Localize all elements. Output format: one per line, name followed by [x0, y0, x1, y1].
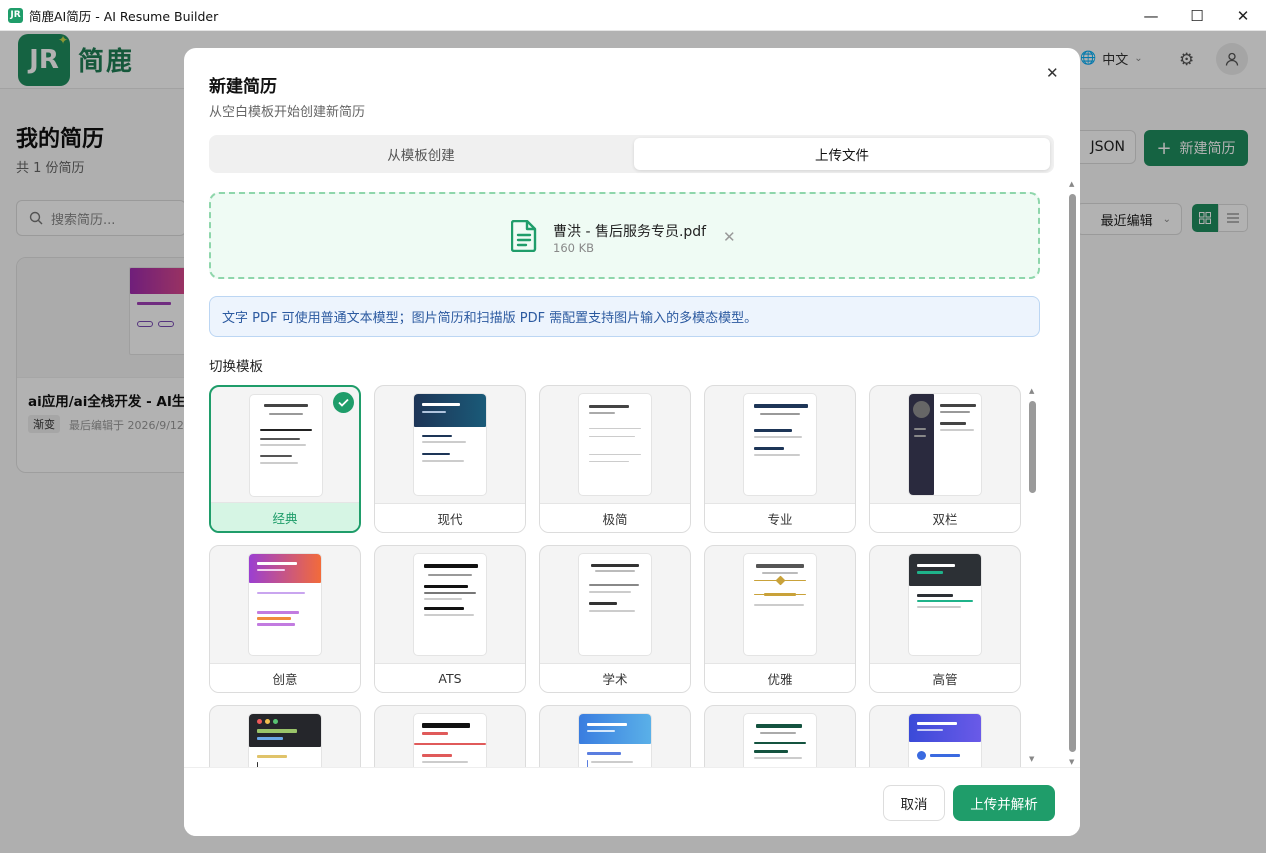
template-card[interactable]	[374, 705, 526, 767]
template-label: 双栏	[870, 503, 1020, 532]
check-icon	[333, 392, 354, 413]
tab-from-template[interactable]: 从模板创建	[213, 138, 629, 170]
file-name: 曹洪 - 售后服务专员.pdf	[553, 224, 707, 240]
info-banner: 文字 PDF 可使用普通文本模型；图片简历和扫描版 PDF 需配置支持图片输入的…	[209, 296, 1040, 337]
template-label: 经典	[211, 502, 359, 531]
file-text-icon	[511, 220, 537, 252]
window-titlebar: JR 简鹿AI简历 - AI Resume Builder — ☐ ✕	[0, 0, 1266, 31]
template-card-classic[interactable]: 经典	[209, 385, 361, 533]
template-thumbnail	[579, 394, 651, 495]
template-label: 高管	[870, 663, 1020, 692]
switch-template-label: 切换模板	[209, 359, 263, 375]
template-label: 优雅	[705, 663, 855, 692]
template-card-executive[interactable]: 高管	[869, 545, 1021, 693]
scroll-up-icon[interactable]: ▲	[1029, 387, 1034, 395]
template-card-minimal[interactable]: 极简	[539, 385, 691, 533]
template-label: 极简	[540, 503, 690, 532]
template-thumbnail	[909, 714, 981, 767]
scroll-down-icon[interactable]: ▼	[1069, 758, 1074, 766]
new-resume-dialog: 新建简历 从空白模板开始创建新简历 ✕ 从模板创建 上传文件 曹洪 - 售后服务…	[184, 48, 1080, 836]
template-thumbnail	[414, 394, 486, 495]
template-label: 专业	[705, 503, 855, 532]
dialog-subtitle: 从空白模板开始创建新简历	[209, 105, 366, 120]
template-card[interactable]	[539, 705, 691, 767]
template-label: ATS	[375, 663, 525, 692]
template-card[interactable]	[869, 705, 1021, 767]
template-card[interactable]	[209, 705, 361, 767]
template-card[interactable]	[704, 705, 856, 767]
app-icon: JR	[8, 7, 23, 23]
template-grid: 经典 现代 极简 专业 双栏 创意 ATS 学术 优雅 高管	[209, 385, 1024, 767]
template-thumbnail	[249, 714, 321, 767]
template-thumbnail	[414, 554, 486, 655]
file-dropzone[interactable]: 曹洪 - 售后服务专员.pdf 160 KB ✕	[209, 192, 1040, 279]
scroll-up-icon[interactable]: ▲	[1069, 180, 1074, 188]
template-card-creative[interactable]: 创意	[209, 545, 361, 693]
template-card-professional[interactable]: 专业	[704, 385, 856, 533]
template-card-two-column[interactable]: 双栏	[869, 385, 1021, 533]
app-background: JR ✦ 简鹿 🌐 中文 ⌄ ⚙ 我的简历 共 1 份简历 JSON + 新建简…	[0, 31, 1266, 853]
template-thumbnail	[414, 714, 486, 767]
template-thumbnail	[579, 714, 651, 767]
template-grid-scrollbar[interactable]: ▲ ▼	[1027, 385, 1037, 767]
file-size: 160 KB	[553, 241, 595, 255]
dialog-scrollbar[interactable]: ▲ ▼	[1068, 180, 1078, 770]
dialog-scroll-thumb[interactable]	[1069, 194, 1076, 752]
template-card-academic[interactable]: 学术	[539, 545, 691, 693]
template-label: 现代	[375, 503, 525, 532]
template-thumbnail	[744, 554, 816, 655]
template-grid-scroll-thumb[interactable]	[1029, 401, 1036, 493]
source-tabs: 从模板创建 上传文件	[209, 135, 1054, 173]
template-thumbnail	[249, 554, 321, 655]
maximize-button[interactable]: ☐	[1174, 0, 1220, 31]
template-thumbnail	[250, 395, 322, 496]
template-thumbnail	[909, 554, 981, 655]
template-card-elegant[interactable]: 优雅	[704, 545, 856, 693]
template-label: 学术	[540, 663, 690, 692]
window-title: 简鹿AI简历 - AI Resume Builder	[29, 8, 219, 24]
template-thumbnail	[744, 394, 816, 495]
upload-parse-button[interactable]: 上传并解析	[953, 785, 1055, 821]
dialog-footer: 取消 上传并解析	[184, 767, 1080, 836]
cancel-button[interactable]: 取消	[883, 785, 945, 821]
close-icon[interactable]: ✕	[1046, 64, 1059, 82]
remove-file-icon[interactable]: ✕	[723, 228, 736, 246]
template-label: 创意	[210, 663, 360, 692]
template-thumbnail	[744, 714, 816, 767]
tab-upload-file[interactable]: 上传文件	[634, 138, 1050, 170]
template-card-modern[interactable]: 现代	[374, 385, 526, 533]
template-card-ats[interactable]: ATS	[374, 545, 526, 693]
template-thumbnail	[909, 394, 981, 495]
scroll-down-icon[interactable]: ▼	[1029, 755, 1034, 763]
dialog-title: 新建简历	[209, 77, 277, 97]
close-window-button[interactable]: ✕	[1220, 0, 1266, 31]
minimize-button[interactable]: —	[1128, 0, 1174, 31]
template-thumbnail	[579, 554, 651, 655]
